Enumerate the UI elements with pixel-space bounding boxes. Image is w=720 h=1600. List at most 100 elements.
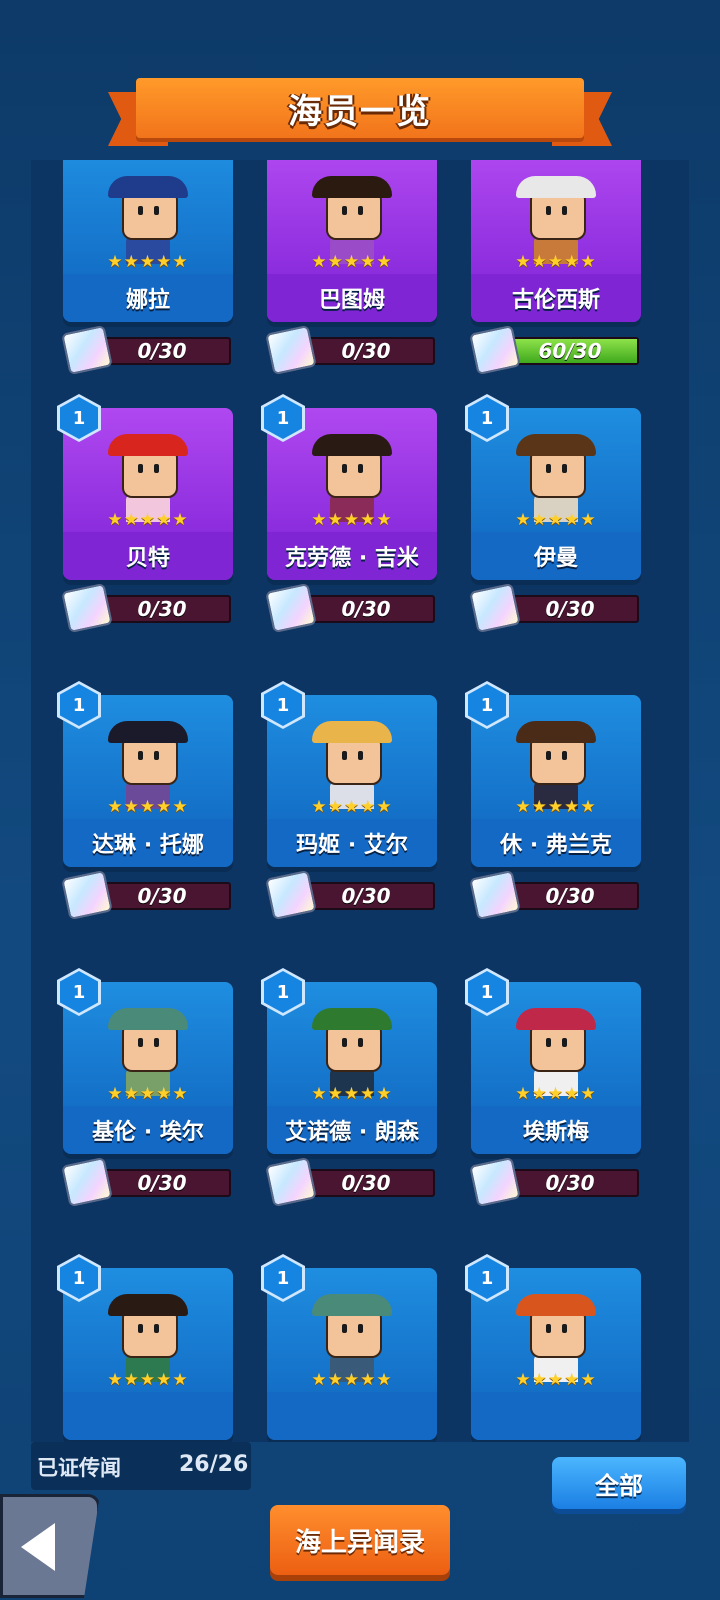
puzzle-shard-icon: [265, 324, 317, 376]
crew-eye: [358, 464, 363, 473]
filter-all-button[interactable]: 全部: [552, 1457, 686, 1509]
level-value: 1: [468, 971, 506, 1013]
crew-eye: [154, 1038, 159, 1047]
crew-eye: [358, 1038, 363, 1047]
crew-name: 基伦 · 埃尔: [63, 1106, 233, 1154]
banner-main: 海员一览: [136, 78, 584, 138]
shard-progress-value: 0/30: [545, 884, 595, 908]
crew-eye: [342, 1038, 347, 1047]
crew-card[interactable]: ★★★★★ 1: [57, 1254, 233, 1440]
crew-hat: [516, 1294, 596, 1316]
crew-portrait: [516, 1008, 596, 1096]
crew-eye: [342, 1324, 347, 1333]
star-rating: ★★★★★: [107, 1370, 189, 1390]
star-rating: ★★★★★: [311, 797, 393, 817]
shard-progress: 0/30: [61, 869, 231, 921]
crew-hat: [516, 1008, 596, 1030]
shard-progress-bar: 0/30: [501, 595, 639, 623]
crew-portrait: [516, 1294, 596, 1382]
crew-eye: [342, 751, 347, 760]
sea-tales-button[interactable]: 海上异闻录: [270, 1505, 450, 1575]
crew-card-face: ★★★★★ 娜拉: [63, 160, 233, 322]
star-rating: ★★★★★: [515, 1084, 597, 1104]
crew-hat: [312, 176, 392, 198]
level-value: 1: [60, 971, 98, 1013]
puzzle-shard-icon: [61, 324, 113, 376]
crew-name: 艾诺德 · 朗森: [267, 1106, 437, 1154]
crew-eye: [546, 1038, 551, 1047]
shard-progress: 0/30: [265, 582, 435, 634]
level-value: 1: [60, 1257, 98, 1299]
crew-card[interactable]: ★★★★★ 伊曼 1: [465, 394, 641, 580]
shard-progress-value: 0/30: [545, 597, 595, 621]
crew-name: 埃斯梅: [471, 1106, 641, 1154]
crew-card[interactable]: ★★★★★ 艾诺德 · 朗森 1: [261, 968, 437, 1154]
puzzle-shard-icon: [61, 582, 113, 634]
level-value: 1: [60, 684, 98, 726]
crew-eye: [562, 464, 567, 473]
crew-hat: [108, 1008, 188, 1030]
level-value: 1: [264, 684, 302, 726]
shard-progress: 0/30: [265, 324, 435, 376]
crew-name: 贝特: [63, 532, 233, 580]
crew-eye: [154, 206, 159, 215]
level-value: 1: [468, 1257, 506, 1299]
crew-eye: [546, 1324, 551, 1333]
crew-card[interactable]: ★★★★★ 埃斯梅 1: [465, 968, 641, 1154]
crew-eye: [358, 1324, 363, 1333]
crew-card[interactable]: ★★★★★ 玛姬 · 艾尔 1: [261, 681, 437, 867]
crew-card[interactable]: ★★★★★ 巴图姆: [267, 160, 437, 322]
back-button[interactable]: [0, 1494, 100, 1598]
crew-hat: [312, 1294, 392, 1316]
crew-card[interactable]: ★★★★★ 基伦 · 埃尔 1: [57, 968, 233, 1154]
crew-card[interactable]: ★★★★★ 贝特 1: [57, 394, 233, 580]
crew-eye: [138, 464, 143, 473]
crew-grid[interactable]: ★★★★★ 娜拉 0/30 ★★★★★ 巴图姆 0/30 ★★★★★ 古伦西斯 60/30 ★★★…: [31, 160, 689, 1442]
crew-eye: [358, 751, 363, 760]
shard-progress: 0/30: [469, 869, 639, 921]
crew-portrait: [312, 1008, 392, 1096]
shard-progress: 0/30: [265, 869, 435, 921]
star-rating: ★★★★★: [515, 797, 597, 817]
crew-name: 玛姬 · 艾尔: [267, 819, 437, 867]
crew-hat: [516, 176, 596, 198]
shard-progress: 0/30: [61, 582, 231, 634]
crew-eye: [342, 464, 347, 473]
shard-progress-bar: 0/30: [297, 1169, 435, 1197]
crew-card[interactable]: ★★★★★ 1: [465, 1254, 641, 1440]
puzzle-shard-icon: [265, 1156, 317, 1208]
crew-card[interactable]: ★★★★★ 1: [261, 1254, 437, 1440]
shard-progress-value: 0/30: [137, 884, 187, 908]
shard-progress-bar: 0/30: [93, 337, 231, 365]
crew-portrait: [108, 721, 188, 809]
crew-eye: [546, 751, 551, 760]
crew-eye: [138, 206, 143, 215]
crew-name: [267, 1392, 437, 1440]
crew-name: 克劳德 · 吉米: [267, 532, 437, 580]
crew-eye: [562, 1324, 567, 1333]
page-title: 海员一览: [288, 91, 432, 132]
shard-progress-bar: 0/30: [501, 1169, 639, 1197]
crew-card[interactable]: ★★★★★ 娜拉: [63, 160, 233, 322]
crew-card[interactable]: ★★★★★ 休 · 弗兰克 1: [465, 681, 641, 867]
puzzle-shard-icon: [469, 582, 521, 634]
crew-eye: [562, 751, 567, 760]
crew-portrait: [312, 1294, 392, 1382]
crew-card[interactable]: ★★★★★ 克劳德 · 吉米 1: [261, 394, 437, 580]
shard-progress-value: 0/30: [137, 1171, 187, 1195]
crew-portrait: [108, 1294, 188, 1382]
shard-progress-value: 0/30: [137, 339, 187, 363]
crew-eye: [342, 206, 347, 215]
crew-eye: [138, 1038, 143, 1047]
shard-progress-value: 0/30: [341, 1171, 391, 1195]
shard-progress-bar: 0/30: [297, 882, 435, 910]
crew-portrait: [312, 721, 392, 809]
puzzle-shard-icon: [469, 1156, 521, 1208]
shard-progress-bar: 0/30: [297, 595, 435, 623]
crew-card[interactable]: ★★★★★ 古伦西斯: [471, 160, 641, 322]
crew-eye: [546, 464, 551, 473]
crew-portrait: [312, 176, 392, 264]
proven-rumors-count: 26/26: [179, 1452, 249, 1477]
puzzle-shard-icon: [61, 1156, 113, 1208]
crew-card[interactable]: ★★★★★ 达琳 · 托娜 1: [57, 681, 233, 867]
